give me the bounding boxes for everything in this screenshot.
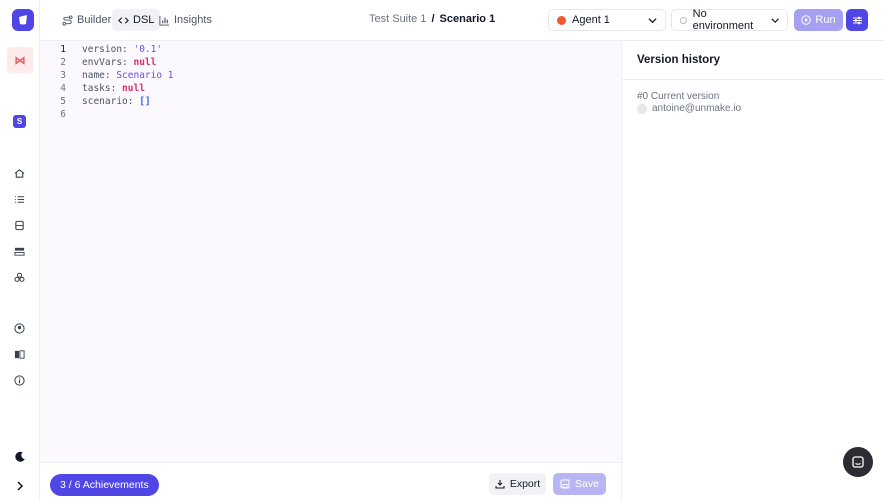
breadcrumb-separator: / (431, 13, 435, 25)
breadcrumb-suite[interactable]: Test Suite 1 (369, 13, 426, 25)
line-number: 2 (60, 57, 66, 68)
sliders-icon (852, 16, 862, 24)
chevron-down-icon (771, 17, 779, 23)
tab-insights[interactable]: Insights (153, 9, 218, 31)
download-icon (495, 480, 505, 489)
version-entry-email: antoine@unmake.io (652, 103, 742, 114)
run-button-label: Run (815, 14, 836, 26)
server-icon[interactable] (13, 245, 26, 258)
line-number: 6 (60, 109, 66, 120)
tab-dsl-label: DSL (133, 14, 155, 26)
code-content[interactable]: version: '0.1' envVars: null name: Scena… (82, 43, 174, 121)
code-key: version: (82, 44, 134, 55)
code-key: name: (82, 70, 117, 81)
code-line: name: Scenario 1 (82, 69, 174, 82)
logo-icon (19, 15, 27, 25)
environment-select-value: No environment (692, 8, 754, 32)
version-entry-user: antoine@unmake.io (637, 103, 741, 114)
breadcrumb: Test Suite 1 / Scenario 1 (369, 13, 495, 25)
theme-toggle-button[interactable] (9, 446, 31, 468)
moon-icon (15, 451, 25, 462)
line-gutter: 1 2 3 4 5 6 (40, 41, 72, 121)
version-history-panel: Version history #0 Current version antoi… (621, 40, 885, 502)
breadcrumb-scenario: Scenario 1 (439, 13, 496, 25)
avatar (637, 103, 647, 114)
code-value: Scenario 1 (116, 70, 174, 81)
code-value: null (122, 83, 145, 94)
floppy-disk-icon (560, 479, 570, 489)
settings-button[interactable] (846, 9, 868, 31)
dsl-editor[interactable]: 1 2 3 4 5 6 version: '0.1' envVars: null… (40, 40, 621, 462)
code-icon (118, 16, 129, 24)
code-line: envVars: null (82, 56, 174, 69)
info-icon[interactable] (13, 374, 26, 387)
project-icon[interactable]: ⋈ (7, 47, 33, 73)
code-key: envVars: (82, 57, 134, 68)
environment-status-icon (680, 16, 687, 24)
code-line: scenario: [] (82, 95, 174, 108)
chat-widget-button[interactable] (843, 447, 873, 477)
export-button-label: Export (509, 478, 541, 490)
chevron-down-icon (648, 17, 657, 23)
user-icon[interactable] (13, 322, 26, 335)
tab-builder-label: Builder (77, 14, 112, 26)
book-icon[interactable] (13, 348, 26, 361)
line-number: 5 (60, 96, 66, 107)
bottom-bar: 3 / 6 Achievements Export Save (40, 462, 621, 502)
agent-select[interactable]: Agent 1 (548, 9, 666, 31)
route-icon (62, 14, 73, 26)
left-rail: ⋈ S (0, 0, 40, 502)
environment-select[interactable]: No environment (671, 8, 788, 32)
export-button[interactable]: Export (489, 473, 546, 495)
run-button[interactable]: Run (794, 9, 843, 31)
play-circle-icon (801, 15, 812, 25)
chat-icon (852, 456, 864, 468)
bar-chart-icon (159, 15, 170, 26)
top-bar: Builder DSL Insights Test Suite 1 / Scen… (40, 0, 885, 40)
code-key: scenario: (82, 96, 140, 107)
agent-select-value: Agent 1 (572, 14, 610, 26)
workspace-badge[interactable]: S (13, 115, 26, 128)
code-value: '0.1' (133, 44, 163, 55)
line-number: 1 (60, 44, 66, 55)
database-icon[interactable] (13, 219, 26, 232)
code-line: tasks: null (82, 82, 174, 95)
checklist-icon[interactable] (13, 193, 26, 206)
line-number: 4 (60, 83, 66, 94)
tab-insights-label: Insights (174, 14, 212, 26)
achievements-button[interactable]: 3 / 6 Achievements (50, 474, 159, 496)
save-button-label: Save (575, 478, 599, 490)
chevron-right-icon (17, 481, 24, 491)
cubes-icon[interactable] (13, 271, 26, 284)
code-line: version: '0.1' (82, 43, 174, 56)
code-value: null (133, 57, 157, 68)
line-number: 3 (60, 70, 66, 81)
code-value: [] (139, 96, 151, 107)
tab-builder[interactable]: Builder (56, 9, 117, 31)
code-key: tasks: (82, 83, 123, 94)
save-button[interactable]: Save (553, 473, 606, 495)
home-icon[interactable] (13, 167, 26, 180)
version-history-title: Version history (622, 41, 885, 80)
version-entry-title[interactable]: #0 Current version (637, 91, 719, 102)
app-logo[interactable] (12, 9, 34, 31)
expand-sidebar-button[interactable] (9, 475, 31, 497)
agent-status-icon (557, 15, 566, 25)
